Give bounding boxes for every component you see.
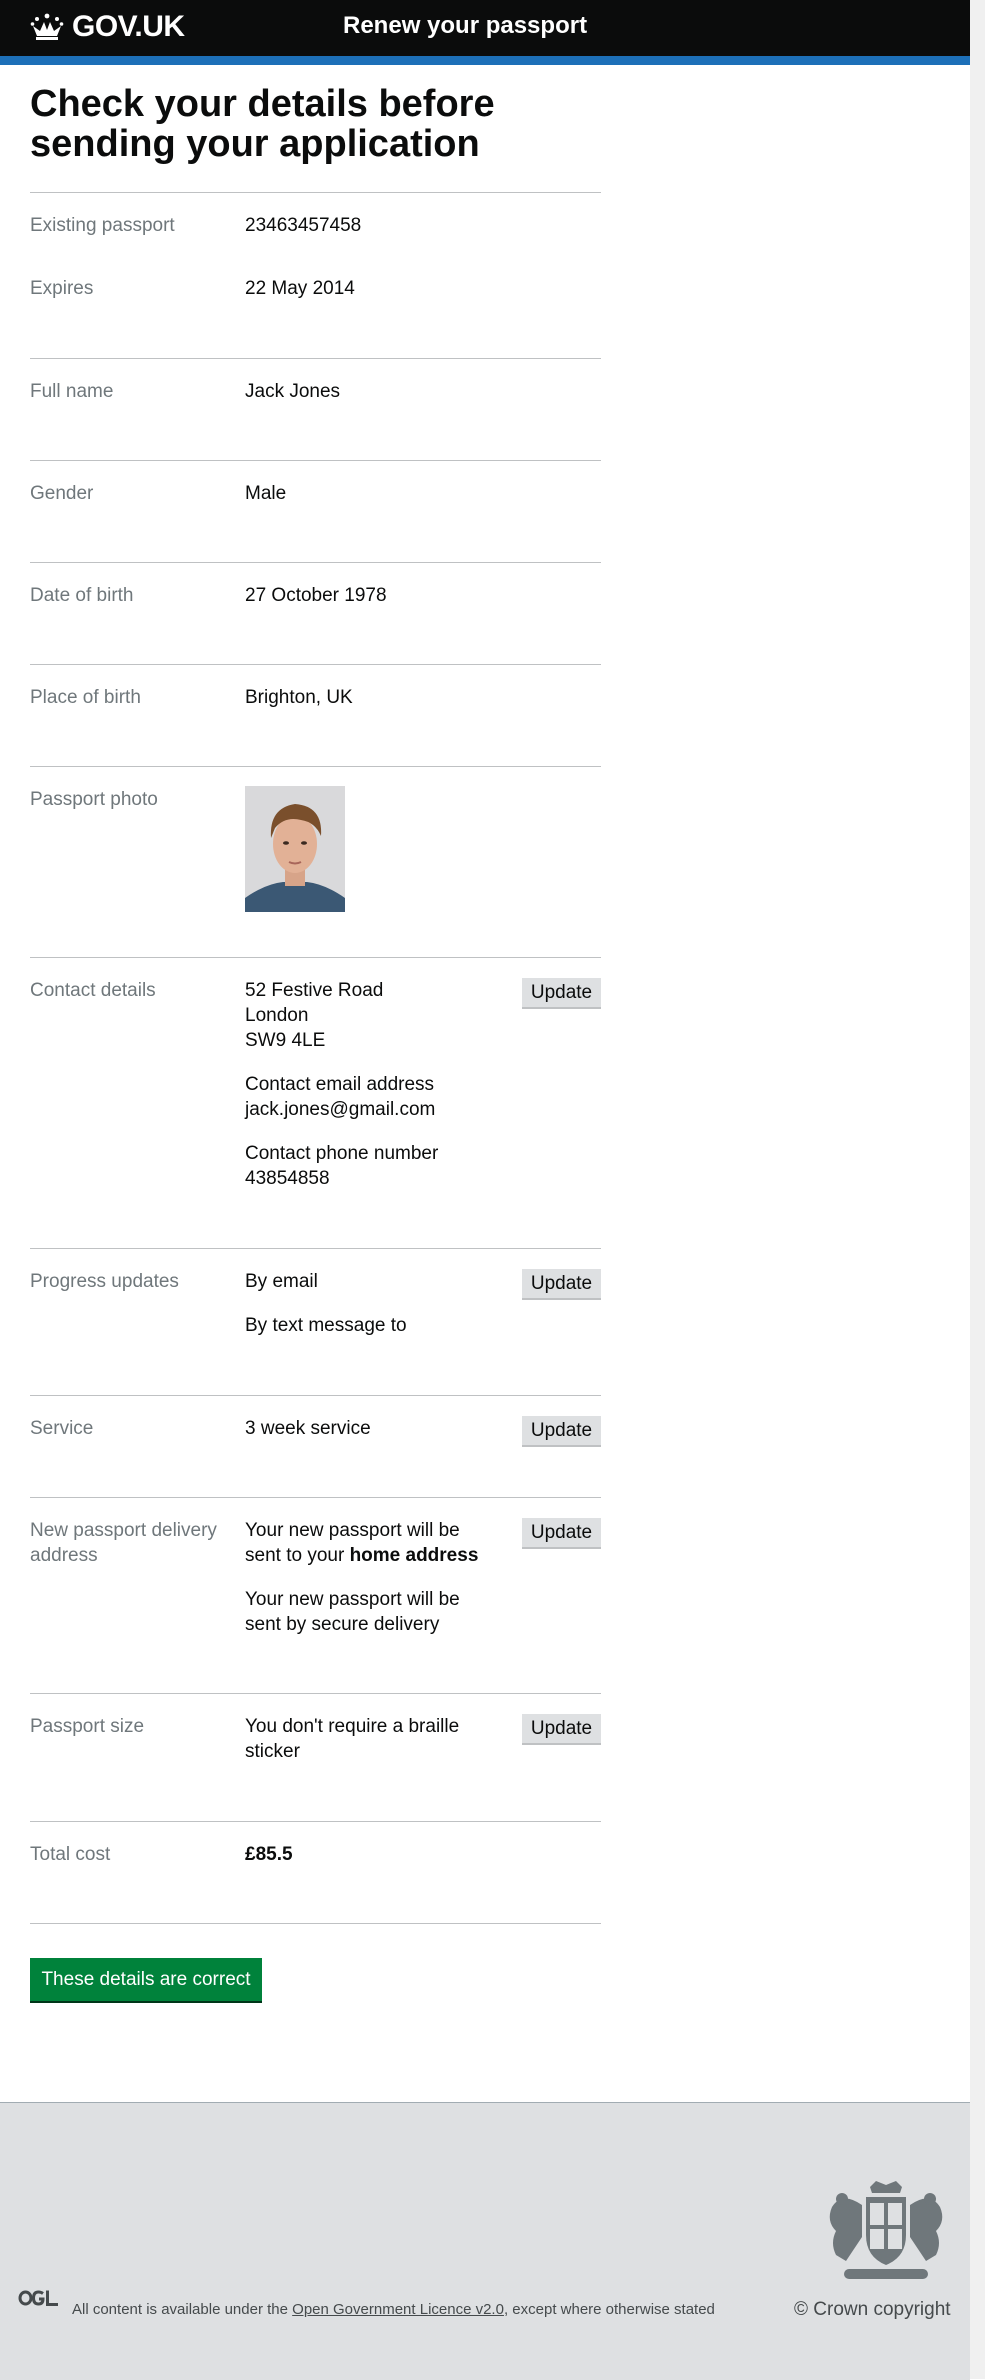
summary-row-total-cost: Total cost £85.5 (30, 1821, 601, 1923)
service-value: 3 week service (245, 1418, 371, 1439)
phone-value: 43854858 (245, 1168, 330, 1189)
delivery-address-text: Your new passport will be sent to your h… (245, 1518, 485, 1568)
phone-block: Contact phone number 43854858 (245, 1141, 485, 1191)
summary-row-service: Service 3 week service Update (30, 1395, 601, 1497)
email-block: Contact email address jack.jones@gmail.c… (245, 1072, 485, 1122)
summary-bottom-divider (30, 1923, 601, 1924)
address-line: SW9 4LE (245, 1030, 326, 1051)
existing-passport-label: Existing passport (30, 215, 175, 236)
address-line: London (245, 1005, 309, 1026)
summary-list: Existing passport 23463457458 Expires 22… (30, 192, 601, 1924)
progress-by-email: By email (245, 1271, 318, 1292)
phone-label: Contact phone number (245, 1143, 439, 1164)
summary-row-passport-size: Passport size You don't require a braill… (30, 1693, 601, 1821)
full-name-label: Full name (30, 381, 114, 402)
summary-row-progress-updates: Progress updates By email By text messag… (30, 1248, 601, 1395)
open-government-licence-link[interactable]: Open Government Licence v2.0 (292, 2301, 504, 2318)
passport-photo (245, 786, 345, 912)
address-line: 52 Festive Road (245, 980, 384, 1001)
summary-row-gender: Gender Male (30, 460, 601, 562)
progress-updates-value: By email By text message to (245, 1269, 485, 1338)
total-cost-label: Total cost (30, 1844, 111, 1865)
confirm-details-button[interactable]: These details are correct (30, 1958, 262, 2001)
page-title: Check your details before sending your a… (30, 83, 495, 165)
gender-value: Male (245, 483, 287, 504)
site-header: GOV.UK Renew your passport (0, 0, 970, 56)
existing-passport-value: 23463457458 (245, 215, 362, 236)
delivery-address-emphasis: home address (349, 1545, 479, 1566)
full-name-value: Jack Jones (245, 381, 341, 402)
gender-label: Gender (30, 483, 94, 504)
total-cost-value: £85.5 (245, 1844, 293, 1865)
page-margin-strip (970, 0, 985, 2379)
progress-by-text: By text message to (245, 1315, 407, 1336)
site-footer: All content is available under the Open … (0, 2102, 970, 2380)
place-of-birth-label: Place of birth (30, 687, 141, 708)
licence-statement: All content is available under the Open … (72, 2301, 715, 2318)
place-of-birth-value: Brighton, UK (245, 687, 353, 708)
logo-text: GOV.UK (72, 10, 185, 43)
govuk-logo-link[interactable]: GOV.UK (30, 10, 185, 44)
delivery-address-value: Your new passport will be sent to your h… (245, 1518, 485, 1637)
delivery-method-text: Your new passport will be sent by secure… (245, 1589, 460, 1635)
crown-copyright-link[interactable]: © Crown copyright (794, 2299, 951, 2321)
contact-details-label: Contact details (30, 980, 156, 1001)
summary-row-contact-details: Contact details 52 Festive Road London S… (30, 957, 601, 1248)
date-of-birth-value: 27 October 1978 (245, 585, 387, 606)
date-of-birth-label: Date of birth (30, 585, 134, 606)
update-contact-details-button[interactable]: Update (522, 978, 601, 1007)
passport-photo-label: Passport photo (30, 789, 158, 810)
address-block: 52 Festive Road London SW9 4LE (245, 978, 485, 1053)
crown-icon (30, 13, 64, 40)
summary-row-place-of-birth: Place of birth Brighton, UK (30, 664, 601, 766)
contact-details-value: 52 Festive Road London SW9 4LE Contact e… (245, 978, 485, 1191)
summary-row-passport-photo: Passport photo (30, 766, 601, 957)
passport-photo-container (245, 786, 485, 912)
update-service-button[interactable]: Update (522, 1416, 601, 1445)
delivery-address-label: New passport delivery address (30, 1520, 217, 1566)
licence-prefix: All content is available under the (72, 2301, 288, 2318)
service-name-link[interactable]: Renew your passport (343, 12, 587, 40)
update-progress-updates-button[interactable]: Update (522, 1269, 601, 1298)
royal-coat-of-arms-icon (829, 2181, 943, 2279)
expires-label: Expires (30, 278, 94, 299)
summary-row-existing-passport: Existing passport 23463457458 Expires 22… (30, 192, 601, 358)
passport-size-value: You don't require a braille sticker (245, 1716, 460, 1762)
ogl-logo-icon (18, 2290, 58, 2306)
email-label: Contact email address (245, 1074, 435, 1095)
summary-row-delivery-address: New passport delivery address Your new p… (30, 1497, 601, 1693)
passport-size-label: Passport size (30, 1716, 145, 1737)
update-delivery-address-button[interactable]: Update (522, 1518, 601, 1547)
expires-value: 22 May 2014 (245, 278, 355, 299)
summary-row-full-name: Full name Jack Jones (30, 358, 601, 460)
progress-updates-label: Progress updates (30, 1271, 179, 1292)
licence-suffix: , except where otherwise stated (503, 2301, 715, 2318)
email-value: jack.jones@gmail.com (245, 1099, 436, 1120)
header-accent-bar (0, 56, 970, 65)
service-label: Service (30, 1418, 94, 1439)
summary-row-date-of-birth: Date of birth 27 October 1978 (30, 562, 601, 664)
update-passport-size-button[interactable]: Update (522, 1714, 601, 1743)
